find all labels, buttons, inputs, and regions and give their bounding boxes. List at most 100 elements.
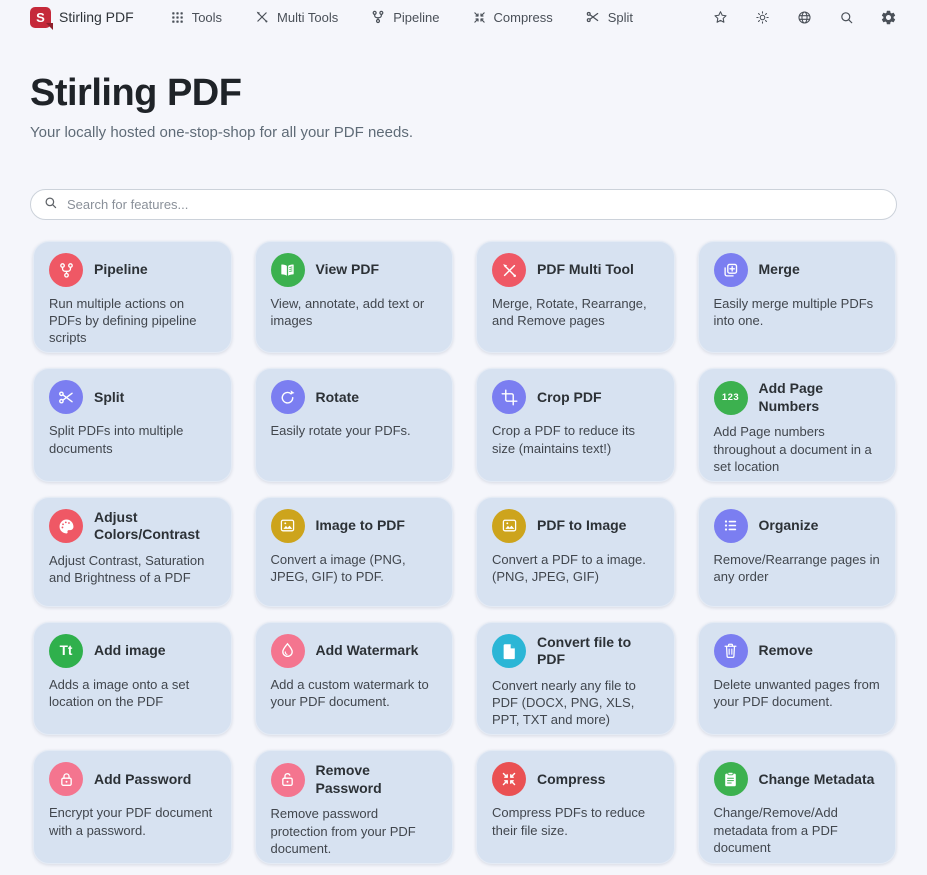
nav-item-label: Tools (192, 10, 222, 25)
card-title: PDF Multi Tool (537, 261, 634, 279)
card-crop-pdf[interactable]: Crop PDF Crop a PDF to reduce its size (… (476, 368, 675, 481)
nav-item-compress[interactable]: Compress (472, 10, 553, 25)
card-remove-password[interactable]: Remove Password Remove password protecti… (255, 750, 454, 863)
pipeline-icon (49, 253, 83, 287)
feature-search-bar[interactable] (30, 189, 897, 220)
droplet-icon (271, 634, 305, 668)
card-add-watermark[interactable]: Add Watermark Add a custom watermark to … (255, 622, 454, 735)
card-title: Adjust Colors/Contrast (94, 509, 216, 544)
card-pdf-multi-tool[interactable]: PDF Multi Tool Merge, Rotate, Rearrange,… (476, 241, 675, 353)
card-adjust-colors-contrast[interactable]: Adjust Colors/Contrast Adjust Contrast, … (33, 497, 232, 607)
card-rotate[interactable]: Rotate Easily rotate your PDFs. (255, 368, 454, 481)
hero-section: Stirling PDF Your locally hosted one-sto… (0, 34, 927, 141)
multi-tools-icon (254, 9, 270, 25)
gear-icon[interactable] (880, 9, 897, 26)
palette-icon (49, 509, 83, 543)
nav-item-pipeline[interactable]: Pipeline (370, 9, 439, 25)
card-description: Convert nearly any file to PDF (DOCX, PN… (492, 677, 659, 728)
grid-icon (170, 10, 185, 25)
card-title: Change Metadata (759, 771, 875, 789)
nav-item-split[interactable]: Split (585, 9, 633, 25)
card-title: Add image (94, 642, 166, 660)
numbers-icon: 123 (714, 381, 748, 415)
card-title: View PDF (316, 261, 380, 279)
nav-item-label: Multi Tools (277, 10, 338, 25)
nav-right-icons (712, 9, 897, 26)
card-split[interactable]: Split Split PDFs into multiple documents (33, 368, 232, 481)
book-icon (271, 253, 305, 287)
nav-item-tools[interactable]: Tools (170, 10, 222, 25)
card-description: Encrypt your PDF document with a passwor… (49, 804, 216, 838)
nav-items: Tools Multi Tools Pipeline Compress Spli… (170, 9, 633, 25)
multi-tools-icon (492, 253, 526, 287)
brand-label: Stirling PDF (59, 9, 134, 25)
card-title: Crop PDF (537, 389, 602, 407)
card-title: Add Page Numbers (759, 380, 881, 415)
rotate-icon (271, 380, 305, 414)
trash-icon (714, 634, 748, 668)
card-compress[interactable]: Compress Compress PDFs to reduce their f… (476, 750, 675, 863)
card-description: Convert a PDF to a image. (PNG, JPEG, GI… (492, 551, 659, 585)
globe-icon[interactable] (796, 9, 813, 26)
card-merge[interactable]: Merge Easily merge multiple PDFs into on… (698, 241, 897, 353)
nav-item-multi-tools[interactable]: Multi Tools (254, 9, 338, 25)
stirling-logo-icon: S (30, 7, 51, 28)
card-remove[interactable]: Remove Delete unwanted pages from your P… (698, 622, 897, 735)
image-icon (492, 509, 526, 543)
nav-item-label: Compress (494, 10, 553, 25)
card-description: Remove password protection from your PDF… (271, 805, 438, 856)
card-title: Convert file to PDF (537, 634, 659, 669)
card-pipeline[interactable]: Pipeline Run multiple actions on PDFs by… (33, 241, 232, 353)
search-icon[interactable] (838, 9, 855, 26)
scissors-icon (49, 380, 83, 414)
card-add-page-numbers[interactable]: 123 Add Page Numbers Add Page numbers th… (698, 368, 897, 481)
card-description: Add Page numbers throughout a document i… (714, 423, 881, 474)
search-input[interactable] (67, 197, 884, 212)
card-title: Remove Password (316, 762, 438, 797)
card-description: Run multiple actions on PDFs by defining… (49, 295, 216, 346)
card-pdf-to-image[interactable]: PDF to Image Convert a PDF to a image. (… (476, 497, 675, 607)
numbers-glyph: 123 (722, 392, 739, 403)
compress-icon (472, 10, 487, 25)
crop-icon (492, 380, 526, 414)
scissors-icon (585, 9, 601, 25)
page-subtitle: Your locally hosted one-stop-shop for al… (30, 124, 897, 141)
card-description: View, annotate, add text or images (271, 295, 438, 329)
card-description: Adds a image onto a set location on the … (49, 676, 216, 710)
card-description: Merge, Rotate, Rearrange, and Remove pag… (492, 295, 659, 329)
card-image-to-pdf[interactable]: Image to PDF Convert a image (PNG, JPEG,… (255, 497, 454, 607)
card-title: Merge (759, 261, 800, 279)
unlock-icon (271, 763, 305, 797)
card-title: PDF to Image (537, 517, 626, 535)
list-icon (714, 509, 748, 543)
card-change-metadata[interactable]: Change Metadata Change/Remove/Add metada… (698, 750, 897, 863)
card-title: Image to PDF (316, 517, 405, 535)
lock-icon (49, 762, 83, 796)
card-add-image[interactable]: Tt Add image Adds a image onto a set loc… (33, 622, 232, 735)
card-description: Add a custom watermark to your PDF docum… (271, 676, 438, 710)
clipboard-icon (714, 762, 748, 796)
image-icon (271, 509, 305, 543)
card-title: Add Password (94, 771, 191, 789)
card-organize[interactable]: Organize Remove/Rearrange pages in any o… (698, 497, 897, 607)
card-view-pdf[interactable]: View PDF View, annotate, add text or ima… (255, 241, 454, 353)
card-title: Rotate (316, 389, 360, 407)
card-description: Split PDFs into multiple documents (49, 422, 216, 456)
search-section (0, 141, 927, 220)
card-convert-file-to-pdf[interactable]: Convert file to PDF Convert nearly any f… (476, 622, 675, 735)
top-navbar: S Stirling PDF Tools Multi Tools Pipelin… (0, 0, 927, 34)
tt-glyph: Tt (60, 643, 73, 658)
card-title: Organize (759, 517, 819, 535)
card-description: Delete unwanted pages from your PDF docu… (714, 676, 881, 710)
card-title: Compress (537, 771, 605, 789)
card-description: Change/Remove/Add metadata from a PDF do… (714, 804, 881, 855)
card-description: Remove/Rearrange pages in any order (714, 551, 881, 585)
card-add-password[interactable]: Add Password Encrypt your PDF document w… (33, 750, 232, 863)
card-title: Remove (759, 642, 813, 660)
card-title: Split (94, 389, 124, 407)
search-icon (43, 195, 58, 215)
star-icon[interactable] (712, 9, 729, 26)
brand[interactable]: S Stirling PDF (30, 7, 134, 28)
feature-card-grid: Pipeline Run multiple actions on PDFs by… (33, 241, 896, 864)
sun-icon[interactable] (754, 9, 771, 26)
